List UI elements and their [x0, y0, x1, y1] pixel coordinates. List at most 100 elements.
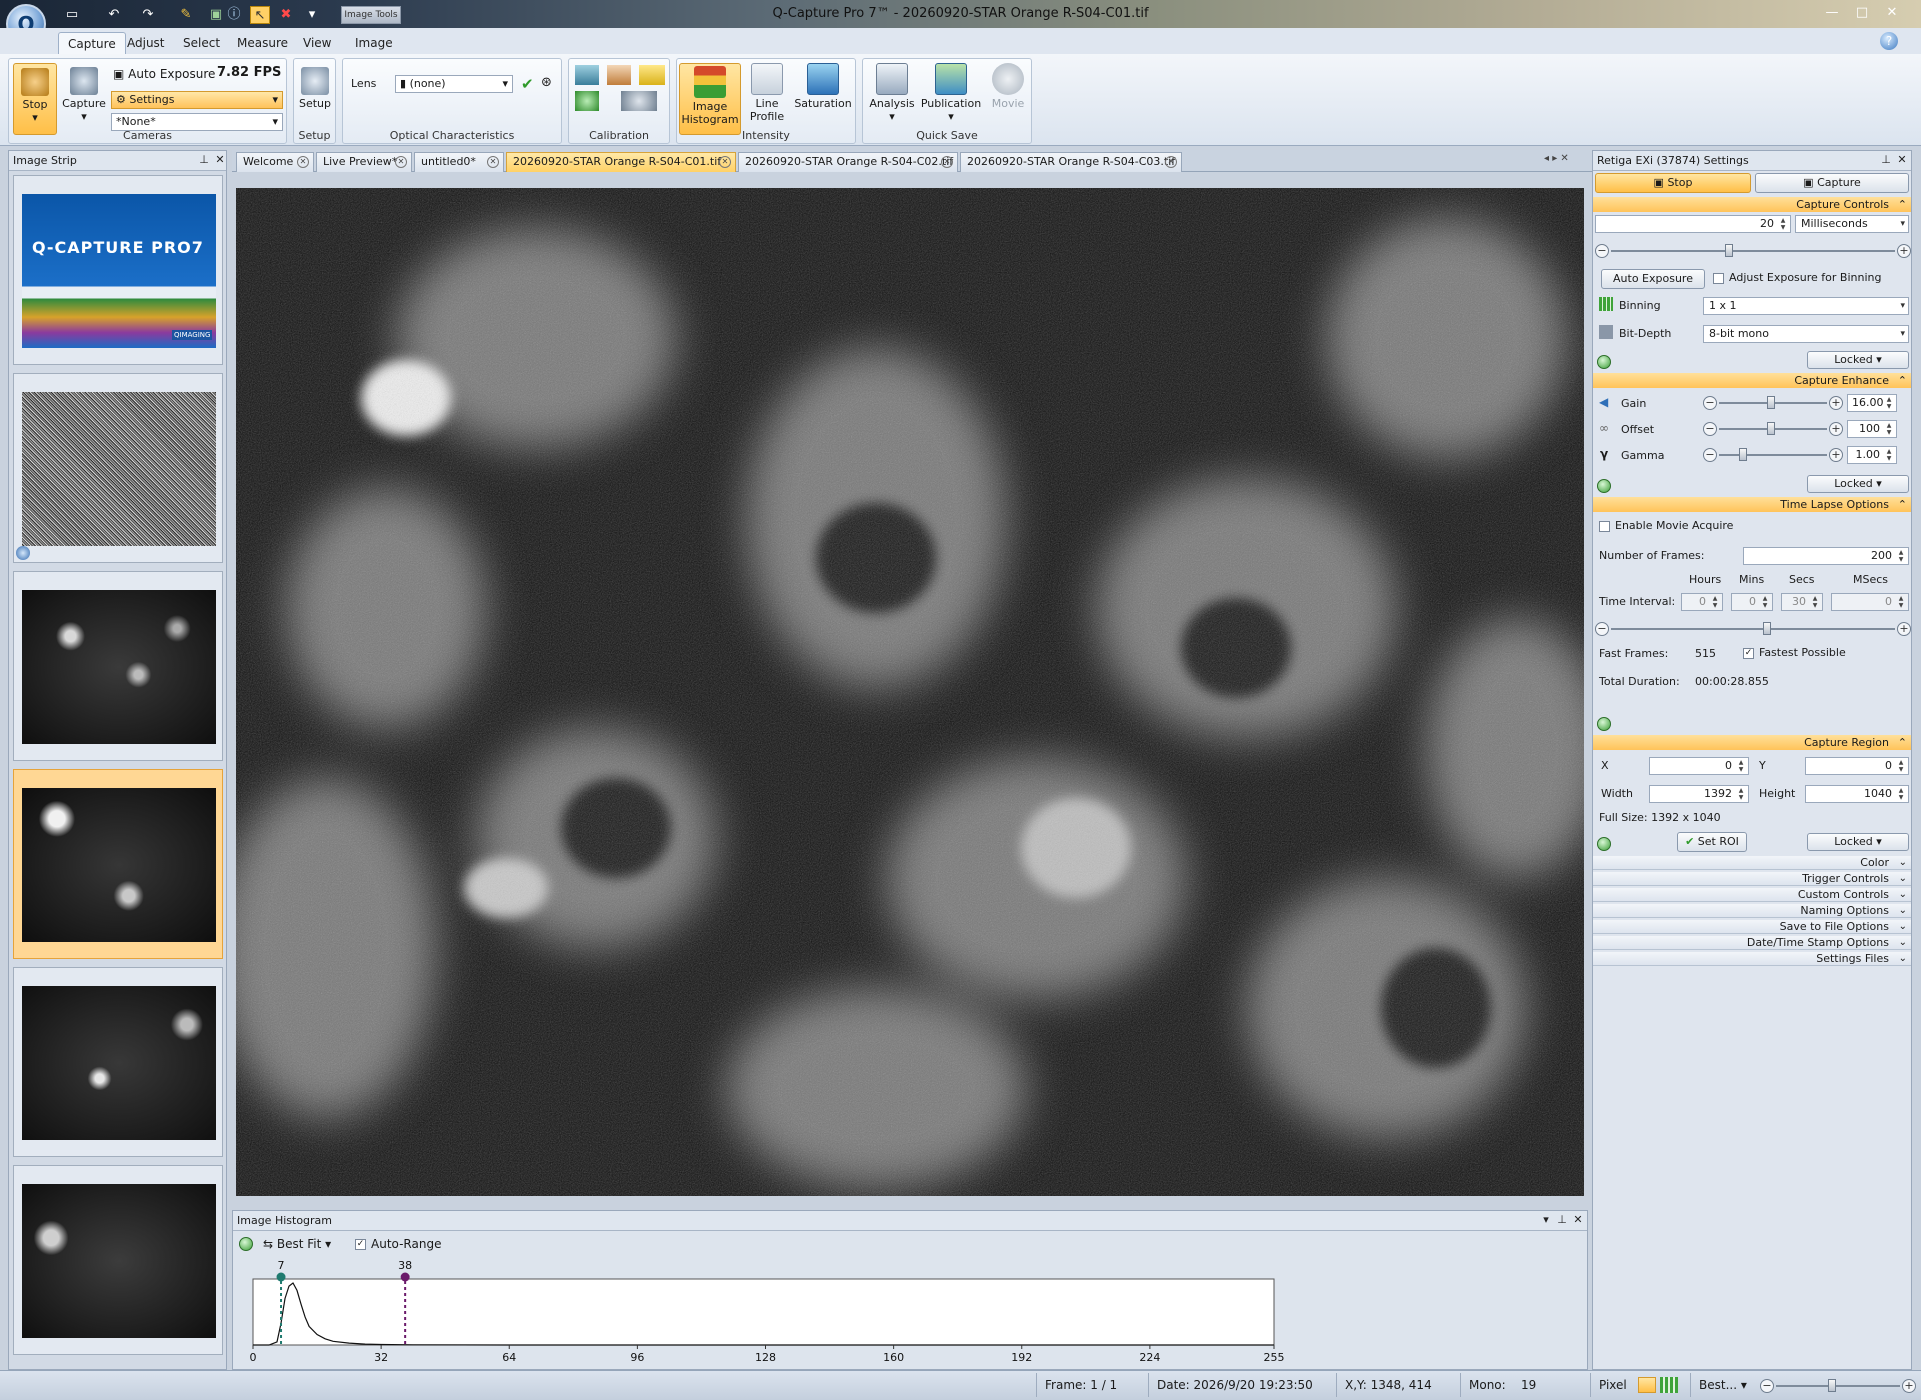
capture-enhance-locked-dropdown[interactable]: Locked ▾	[1807, 475, 1909, 493]
spinner-icon[interactable]: ▲ ▼	[1777, 217, 1789, 231]
calibration-refresh-icon[interactable]	[575, 91, 599, 111]
maximize-button[interactable]: □	[1850, 4, 1874, 22]
enable-movie-checkbox[interactable]	[1599, 521, 1610, 532]
roi-x-input[interactable]: 0 ▲ ▼	[1649, 757, 1749, 775]
doc-tab-c01[interactable]: 20260920-STAR Orange R-S04-C01.tif ✕	[506, 152, 736, 172]
trigger-controls-section[interactable]: Trigger Controls ⌄	[1593, 872, 1911, 886]
fastest-possible-checkbox[interactable]: ✓	[1743, 648, 1754, 659]
interval-mins-input[interactable]: 0 ▲ ▼	[1731, 593, 1773, 611]
tab-view[interactable]: View	[294, 32, 340, 54]
capture-region-locked-dropdown[interactable]: Locked ▾	[1807, 833, 1909, 851]
thumbnail-image-3[interactable]	[13, 967, 223, 1157]
doc-tab-welcome[interactable]: Welcome ✕	[236, 152, 314, 172]
time-lapse-header[interactable]: Time Lapse Options ⌃	[1593, 497, 1911, 512]
tab-image[interactable]: Image	[346, 32, 402, 54]
offset-input[interactable]: 100 ▲ ▼	[1847, 420, 1897, 438]
save-to-file-section[interactable]: Save to File Options ⌄	[1593, 920, 1911, 934]
calibration-ruler-icon[interactable]	[639, 65, 665, 85]
adjust-binning-checkbox[interactable]	[1713, 273, 1724, 284]
zoom-slider[interactable]: − +	[1760, 1378, 1916, 1394]
settings-pin-icon[interactable]: ⊥	[1879, 153, 1893, 167]
calibration-brush-icon[interactable]	[607, 65, 631, 85]
tab-select[interactable]: Select	[174, 32, 229, 54]
interval-msecs-input[interactable]: 0 ▲ ▼	[1831, 593, 1909, 611]
help-icon[interactable]: ?	[1880, 32, 1898, 50]
interval-slider[interactable]: − +	[1595, 621, 1911, 637]
tab-close-icon[interactable]: ✕	[1165, 156, 1177, 168]
binning-select[interactable]: 1 x 1 ▾	[1703, 297, 1909, 315]
time-lapse-refresh-icon[interactable]	[1597, 717, 1611, 731]
analysis-button[interactable]: Analysis ▾	[867, 63, 917, 123]
frames-input[interactable]: 200 ▲ ▼	[1743, 547, 1909, 565]
histogram-close-icon[interactable]: ✕	[1571, 1213, 1585, 1227]
capture-controls-refresh-icon[interactable]	[1597, 355, 1611, 369]
publication-button[interactable]: Publication ▾	[919, 63, 983, 123]
auto-exposure-panel-button[interactable]: Auto Exposure	[1601, 269, 1705, 289]
apply-check-icon[interactable]: ✔	[521, 75, 534, 93]
gamma-input[interactable]: 1.00 ▲ ▼	[1847, 446, 1897, 464]
bit-depth-select[interactable]: 8-bit mono ▾	[1703, 325, 1909, 343]
line-profile-button[interactable]: Line Profile	[745, 63, 789, 123]
tab-adjust[interactable]: Adjust	[118, 32, 174, 54]
panel-capture-button[interactable]: ▣ Capture	[1755, 173, 1909, 193]
stop-button[interactable]: Stop ▾	[13, 63, 57, 135]
calibration-camera-icon[interactable]	[621, 91, 657, 111]
capture-enhance-refresh-icon[interactable]	[1597, 479, 1611, 493]
doc-tab-c02[interactable]: 20260920-STAR Orange R-S04-C02.tif ✕	[738, 152, 958, 172]
movie-button[interactable]: Movie	[987, 63, 1029, 110]
histogram-pin-icon[interactable]: ⊥	[1555, 1213, 1569, 1227]
panel-stop-button[interactable]: ▣ Stop	[1595, 173, 1751, 193]
exposure-input[interactable]: 20 ▲ ▼	[1595, 215, 1791, 233]
close-icon[interactable]: ✕	[213, 153, 227, 167]
interval-secs-input[interactable]: 30 ▲ ▼	[1781, 593, 1823, 611]
auto-exposure-button[interactable]: ▣ Auto Exposure	[113, 67, 215, 81]
exposure-unit-select[interactable]: Milliseconds ▾	[1795, 215, 1909, 233]
pin-icon[interactable]: ⊥	[197, 153, 211, 167]
set-roi-button[interactable]: ✔ Set ROI	[1677, 832, 1747, 852]
tab-capture[interactable]: Capture	[58, 32, 126, 54]
lens-select[interactable]: ▮ (none) ▾	[395, 75, 513, 93]
gain-slider[interactable]: − +	[1703, 395, 1843, 411]
saturation-button[interactable]: Saturation	[793, 63, 853, 110]
image-view-icon[interactable]	[1638, 1377, 1656, 1393]
tab-close-icon[interactable]: ✕	[487, 156, 499, 168]
offset-slider[interactable]: − +	[1703, 421, 1843, 437]
roi-height-input[interactable]: 1040 ▲ ▼	[1805, 785, 1909, 803]
doc-tab-c03[interactable]: 20260920-STAR Orange R-S04-C03.tif ✕	[960, 152, 1182, 172]
image-histogram-button[interactable]: Image Histogram	[679, 63, 741, 135]
histogram-chart[interactable]: 7 38 0 32 64 96 128 160 192 224 255	[233, 1259, 1587, 1369]
tab-close-icon[interactable]: ✕	[395, 156, 407, 168]
zoom-mode-select[interactable]: Best... ▾	[1690, 1373, 1758, 1397]
tab-close-icon[interactable]: ✕	[719, 156, 731, 168]
thumbnail-splash[interactable]: Q-CAPTURE PRO7 QIMAGING	[13, 175, 223, 365]
roi-width-input[interactable]: 1392 ▲ ▼	[1649, 785, 1749, 803]
datetime-stamp-section[interactable]: Date/Time Stamp Options ⌄	[1593, 936, 1911, 950]
naming-options-section[interactable]: Naming Options ⌄	[1593, 904, 1911, 918]
close-window-button[interactable]: ✕	[1880, 4, 1904, 22]
calibration-image-icon[interactable]	[575, 65, 599, 85]
thumbnail-image-2-selected[interactable]	[13, 769, 223, 959]
settings-close-icon[interactable]: ✕	[1895, 153, 1909, 167]
tab-measure[interactable]: Measure	[228, 32, 297, 54]
minimize-button[interactable]: —	[1820, 4, 1844, 22]
thumbnail-noise[interactable]	[13, 373, 223, 563]
image-viewer[interactable]	[236, 188, 1584, 1196]
doc-tab-live-preview[interactable]: Live Preview* ✕	[316, 152, 412, 172]
thumbnail-image-4[interactable]	[13, 1165, 223, 1355]
color-section[interactable]: Color ⌄	[1593, 856, 1911, 870]
settings-files-section[interactable]: Settings Files ⌄	[1593, 952, 1911, 966]
capture-region-header[interactable]: Capture Region ⌃	[1593, 735, 1911, 750]
histogram-dropdown-icon[interactable]: ▾	[1539, 1213, 1553, 1227]
tab-close-icon[interactable]: ✕	[297, 156, 309, 168]
capture-controls-header[interactable]: Capture Controls ⌃	[1593, 197, 1911, 212]
roi-y-input[interactable]: 0 ▲ ▼	[1805, 757, 1909, 775]
capture-region-refresh-icon[interactable]	[1597, 837, 1611, 851]
capture-button[interactable]: Capture ▾	[61, 63, 107, 135]
grid-view-icon[interactable]	[1660, 1377, 1678, 1393]
pixel-mode[interactable]: Pixel	[1590, 1373, 1634, 1397]
exposure-slider[interactable]: − +	[1595, 243, 1911, 259]
histogram-refresh-icon[interactable]	[239, 1237, 253, 1251]
best-fit-dropdown[interactable]: ⇆ Best Fit ▾	[263, 1237, 331, 1251]
interval-hours-input[interactable]: 0 ▲ ▼	[1681, 593, 1723, 611]
tab-close-icon[interactable]: ✕	[941, 156, 953, 168]
